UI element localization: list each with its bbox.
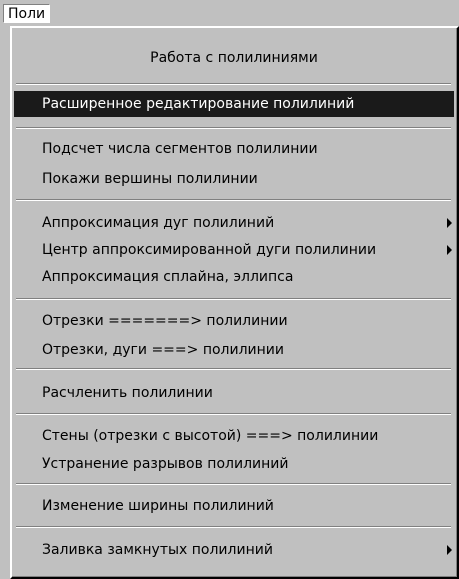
menu-item-label: Стены (отрезки с высотой) ===> полилинии: [42, 428, 379, 444]
submenu-arrow-icon: [447, 218, 452, 228]
menu-item-label: Расширенное редактирование полилиний: [42, 96, 355, 112]
menu-item-label: Отрезки, дуги ===> полилинии: [42, 342, 284, 358]
menu-separator: [16, 83, 451, 85]
menu-item-count-segments[interactable]: Подсчет числа сегментов полилинии: [14, 136, 454, 162]
menu-item-label: Устранение разрывов полилиний: [42, 456, 289, 472]
menu-separator: [16, 298, 451, 300]
menu-item-label: Покажи вершины полилинии: [42, 171, 258, 187]
submenu-arrow-icon: [447, 545, 452, 555]
menu-item-approx-arc-center[interactable]: Центр аппроксимированной дуги полилинии: [14, 237, 454, 263]
menu-separator: [16, 199, 451, 201]
menu-item-fill-closed[interactable]: Заливка замкнутых полилиний: [14, 537, 454, 563]
menu-item-lines-arcs-to-polylines[interactable]: Отрезки, дуги ===> полилинии: [14, 337, 454, 363]
menu-separator: [16, 526, 451, 528]
menu-separator: [16, 413, 451, 415]
menu-item-label: Расчленить полилинии: [42, 385, 213, 401]
menu-item-fix-gaps[interactable]: Устранение разрывов полилиний: [14, 451, 454, 477]
menu-item-walls-to-polylines[interactable]: Стены (отрезки с высотой) ===> полилинии: [14, 423, 454, 449]
menu-separator: [16, 483, 451, 485]
menu-item-label: Центр аппроксимированной дуги полилинии: [42, 242, 377, 258]
menu-separator: [16, 368, 451, 370]
menu-item-label: Аппроксимация дуг полилиний: [42, 215, 275, 231]
menu-title: Работа с полилиниями: [150, 50, 318, 66]
menu-poli-label: Поли: [8, 5, 46, 22]
submenu-arrow-icon: [447, 245, 452, 255]
menu-item-label: Подсчет числа сегментов полилинии: [42, 141, 318, 157]
menu-item-label: Аппроксимация сплайна, эллипса: [42, 269, 294, 285]
dropdown-menu: Работа с полилиниями Расширенное редакти…: [10, 26, 459, 579]
menu-separator: [16, 127, 451, 129]
menu-item-show-vertices[interactable]: Покажи вершины полилинии: [14, 166, 454, 192]
menu-item-extended-edit[interactable]: Расширенное редактирование полилиний: [14, 91, 454, 117]
menu-item-change-width[interactable]: Изменение ширины полилиний: [14, 493, 454, 519]
menu-item-lines-to-polylines[interactable]: Отрезки =======> полилинии: [14, 308, 454, 334]
menu-item-label: Изменение ширины полилиний: [42, 498, 274, 514]
menu-item-label: Отрезки =======> полилинии: [42, 313, 288, 329]
menu-poli[interactable]: Поли: [3, 4, 50, 23]
menu-item-label: Заливка замкнутых полилиний: [42, 542, 273, 558]
menu-item-spline-approximation[interactable]: Аппроксимация сплайна, эллипса: [14, 264, 454, 290]
menu-item-explode-polylines[interactable]: Расчленить полилинии: [14, 380, 454, 406]
menu-item-arc-approximation[interactable]: Аппроксимация дуг полилиний: [14, 210, 454, 236]
